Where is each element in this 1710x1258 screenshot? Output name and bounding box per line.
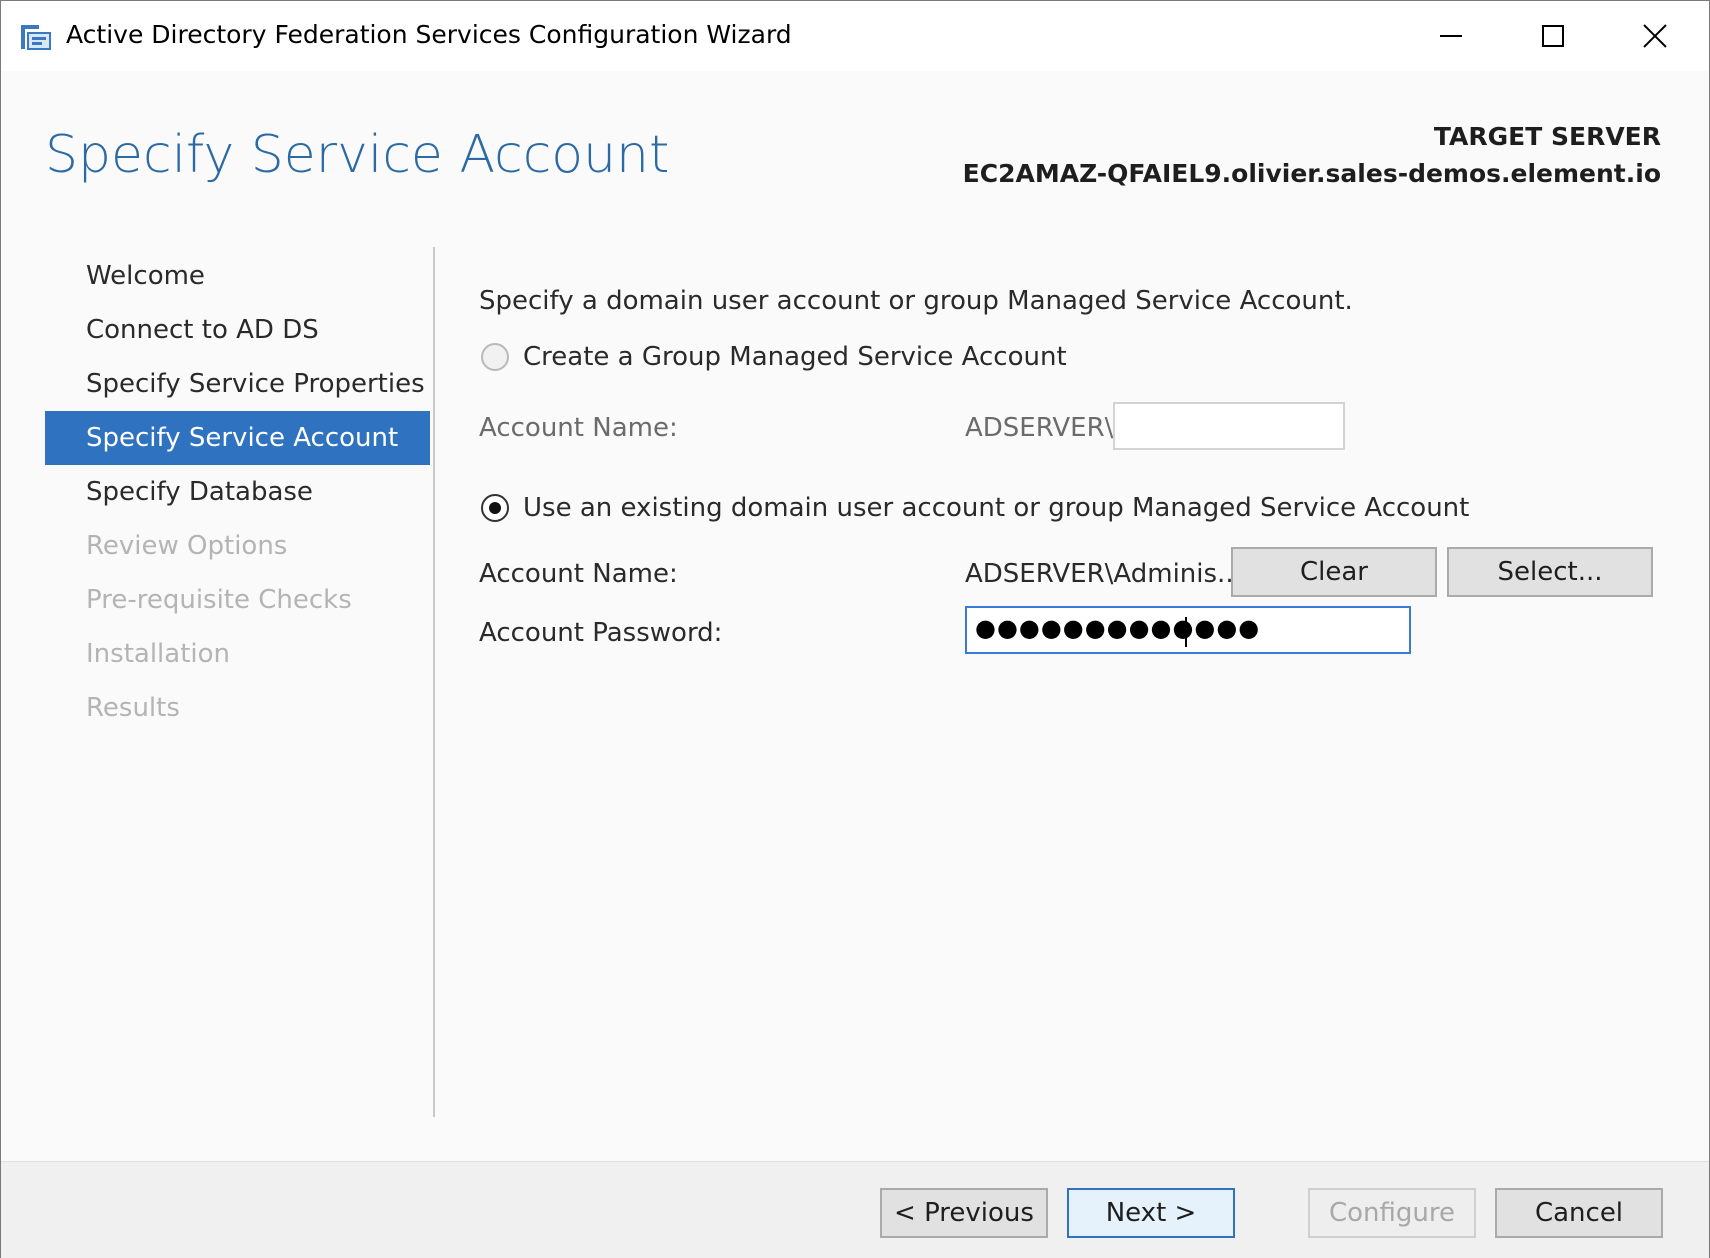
nav-item-review-options: Review Options (86, 531, 288, 561)
nav-item-results: Results (86, 693, 180, 723)
select-button[interactable]: Select... (1447, 547, 1653, 597)
previous-button[interactable]: < Previous (880, 1188, 1048, 1238)
page-title: Specify Service Account (45, 125, 670, 185)
text-caret (1185, 617, 1187, 647)
gmsa-domain-prefix: ADSERVER\ (965, 413, 1114, 443)
existing-account-name-value: ADSERVER\Adminis... (965, 559, 1242, 589)
account-password-input[interactable]: ●●●●●●●●●●●●● (965, 606, 1411, 654)
nav-item-connect-ad-ds[interactable]: Connect to AD DS (45, 303, 430, 357)
nav-item-prerequisite-checks: Pre-requisite Checks (86, 585, 352, 615)
nav-divider (433, 247, 435, 1117)
nav-item-database[interactable]: Specify Database (45, 465, 430, 519)
radio-existing-account-label[interactable]: Use an existing domain user account or g… (523, 493, 1469, 523)
cancel-button[interactable]: Cancel (1495, 1188, 1663, 1238)
minimize-button[interactable] (1401, 1, 1501, 71)
title-bar: Active Directory Federation Services Con… (1, 1, 1709, 71)
account-password-label: Account Password: (479, 618, 723, 648)
gmsa-account-name-input[interactable] (1113, 402, 1345, 450)
nav-item-installation: Installation (86, 639, 231, 669)
close-button[interactable] (1605, 1, 1705, 71)
next-button[interactable]: Next > (1067, 1188, 1235, 1238)
existing-account-name-label: Account Name: (479, 559, 678, 589)
maximize-button[interactable] (1503, 1, 1603, 71)
radio-create-gmsa[interactable] (481, 343, 509, 371)
radio-existing-account[interactable] (481, 494, 509, 522)
adfs-wizard-icon (19, 21, 53, 53)
target-server-value: EC2AMAZ-QFAIEL9.olivier.sales-demos.elem… (962, 159, 1661, 188)
nav-item-service-account[interactable]: Specify Service Account (45, 411, 430, 465)
wizard-footer: < Previous Next > Configure Cancel (1, 1161, 1709, 1258)
configure-button: Configure (1308, 1188, 1476, 1238)
window-title: Active Directory Federation Services Con… (66, 20, 792, 49)
radio-create-gmsa-label[interactable]: Create a Group Managed Service Account (523, 342, 1067, 372)
minimize-icon (1438, 23, 1464, 49)
clear-button[interactable]: Clear (1231, 547, 1437, 597)
target-server-label: TARGET SERVER (1433, 122, 1661, 151)
account-password-value: ●●●●●●●●●●●●● (975, 614, 1261, 642)
intro-text: Specify a domain user account or group M… (479, 286, 1353, 316)
nav-item-welcome[interactable]: Welcome (45, 249, 430, 303)
wizard-window: Active Directory Federation Services Con… (0, 0, 1710, 1258)
gmsa-account-name-label: Account Name: (479, 413, 678, 443)
maximize-icon (1540, 23, 1566, 49)
close-icon (1642, 23, 1668, 49)
wizard-steps-nav: Welcome Connect to AD DS Specify Service… (45, 249, 430, 735)
nav-item-service-properties[interactable]: Specify Service Properties (45, 357, 430, 411)
